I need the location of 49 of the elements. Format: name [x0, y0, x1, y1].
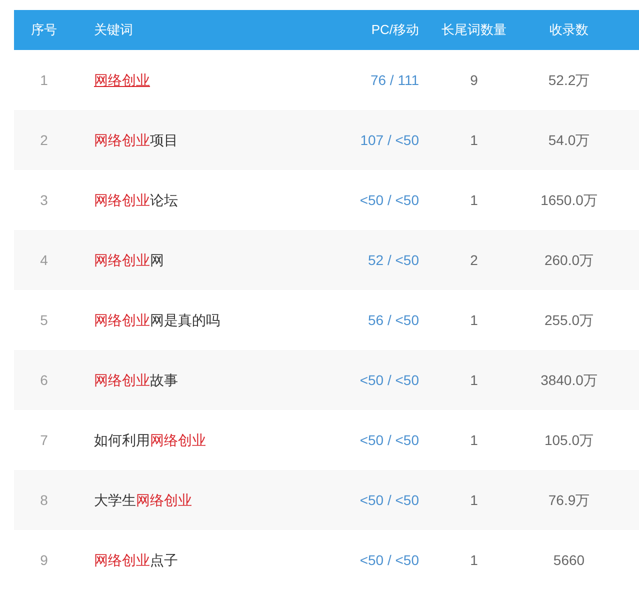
long-tail-count: 9 — [470, 72, 478, 88]
keyword-link[interactable]: 网络创业论坛 — [94, 192, 178, 208]
long-tail-count: 1 — [470, 372, 478, 388]
keyword-link[interactable]: 大学生网络创业 — [94, 492, 192, 508]
row-number: 2 — [40, 132, 48, 148]
pc-mobile-count: 76 / 111 — [370, 72, 419, 88]
indexed-count: 3840.0万 — [540, 372, 598, 388]
pc-mobile-count: <50 / <50 — [360, 552, 419, 568]
pc-mobile-count: <50 / <50 — [360, 492, 419, 508]
pc-mobile-count: <50 / <50 — [360, 372, 419, 388]
keyword-link[interactable]: 如何利用网络创业 — [94, 432, 206, 448]
indexed-count: 52.2万 — [548, 72, 590, 88]
keyword-link[interactable]: 网络创业点子 — [94, 552, 178, 568]
pc-mobile-count: <50 / <50 — [360, 432, 419, 448]
indexed-count: 1650.0万 — [540, 192, 598, 208]
indexed-count: 260.0万 — [544, 252, 594, 268]
keyword-link[interactable]: 网络创业故事 — [94, 372, 178, 388]
column-header: 序号 — [31, 22, 57, 38]
long-tail-count: 1 — [470, 312, 478, 328]
long-tail-count: 2 — [470, 252, 478, 268]
pc-mobile-count: <50 / <50 — [360, 192, 419, 208]
pc-mobile-count: 52 / <50 — [368, 252, 419, 268]
long-tail-count: 1 — [470, 132, 478, 148]
row-number: 9 — [40, 552, 48, 568]
row-number: 3 — [40, 192, 48, 208]
row-number: 8 — [40, 492, 48, 508]
pc-mobile-count: 56 / <50 — [368, 312, 419, 328]
row-number: 7 — [40, 432, 48, 448]
row-number: 1 — [40, 72, 48, 88]
long-tail-count: 1 — [470, 432, 478, 448]
long-tail-count: 1 — [470, 492, 478, 508]
row-number: 5 — [40, 312, 48, 328]
keyword-link[interactable]: 网络创业网 — [94, 252, 164, 268]
indexed-count: 105.0万 — [544, 432, 594, 448]
long-tail-count: 1 — [470, 192, 478, 208]
long-tail-count: 1 — [470, 552, 478, 568]
column-header: 长尾词数量 — [442, 22, 506, 38]
row-number: 6 — [40, 372, 48, 388]
indexed-count: 5660 — [553, 552, 585, 568]
column-header: PC/移动 — [371, 22, 419, 38]
pc-mobile-count: 107 / <50 — [360, 132, 419, 148]
indexed-count: 76.9万 — [548, 492, 590, 508]
indexed-count: 255.0万 — [544, 312, 594, 328]
keyword-link[interactable]: 网络创业网是真的吗 — [94, 312, 220, 328]
row-number: 4 — [40, 252, 48, 268]
indexed-count: 54.0万 — [548, 132, 590, 148]
keyword-link[interactable]: 网络创业项目 — [94, 132, 178, 148]
column-header: 收录数 — [550, 22, 588, 38]
column-header: 关键词 — [94, 22, 133, 38]
